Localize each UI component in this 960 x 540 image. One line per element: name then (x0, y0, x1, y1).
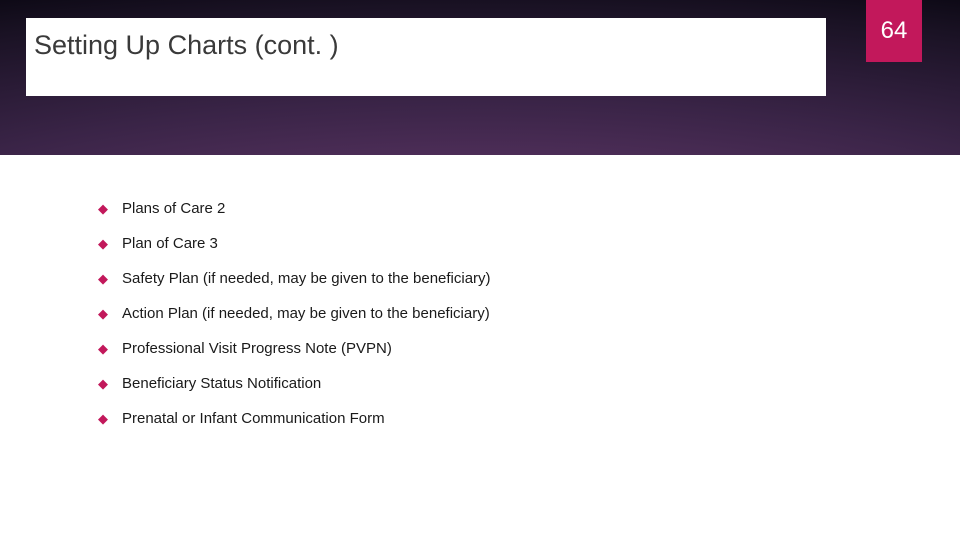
diamond-bullet-icon: ◆ (98, 341, 108, 357)
list-item: ◆ Action Plan (if needed, may be given t… (98, 305, 878, 322)
list-item-text: Plan of Care 3 (122, 235, 218, 252)
list-item-text: Prenatal or Infant Communication Form (122, 410, 385, 427)
diamond-bullet-icon: ◆ (98, 201, 108, 217)
diamond-bullet-icon: ◆ (98, 306, 108, 322)
list-item-text: Plans of Care 2 (122, 200, 225, 217)
diamond-bullet-icon: ◆ (98, 271, 108, 287)
list-item: ◆ Plans of Care 2 (98, 200, 878, 217)
slide: Setting Up Charts (cont. ) 64 ◆ Plans of… (0, 0, 960, 540)
list-item: ◆ Beneficiary Status Notification (98, 375, 878, 392)
list-item: ◆ Plan of Care 3 (98, 235, 878, 252)
list-item: ◆ Prenatal or Infant Communication Form (98, 410, 878, 427)
diamond-bullet-icon: ◆ (98, 376, 108, 392)
list-item: ◆ Safety Plan (if needed, may be given t… (98, 270, 878, 287)
list-item-text: Beneficiary Status Notification (122, 375, 321, 392)
list-item-text: Safety Plan (if needed, may be given to … (122, 270, 491, 287)
list-item-text: Action Plan (if needed, may be given to … (122, 305, 490, 322)
list-item: ◆ Professional Visit Progress Note (PVPN… (98, 340, 878, 357)
list-item-text: Professional Visit Progress Note (PVPN) (122, 340, 392, 357)
slide-title: Setting Up Charts (cont. ) (34, 30, 339, 61)
page-number: 64 (881, 17, 908, 45)
page-number-box: 64 (866, 0, 922, 62)
diamond-bullet-icon: ◆ (98, 236, 108, 252)
diamond-bullet-icon: ◆ (98, 411, 108, 427)
content-list: ◆ Plans of Care 2 ◆ Plan of Care 3 ◆ Saf… (98, 200, 878, 445)
